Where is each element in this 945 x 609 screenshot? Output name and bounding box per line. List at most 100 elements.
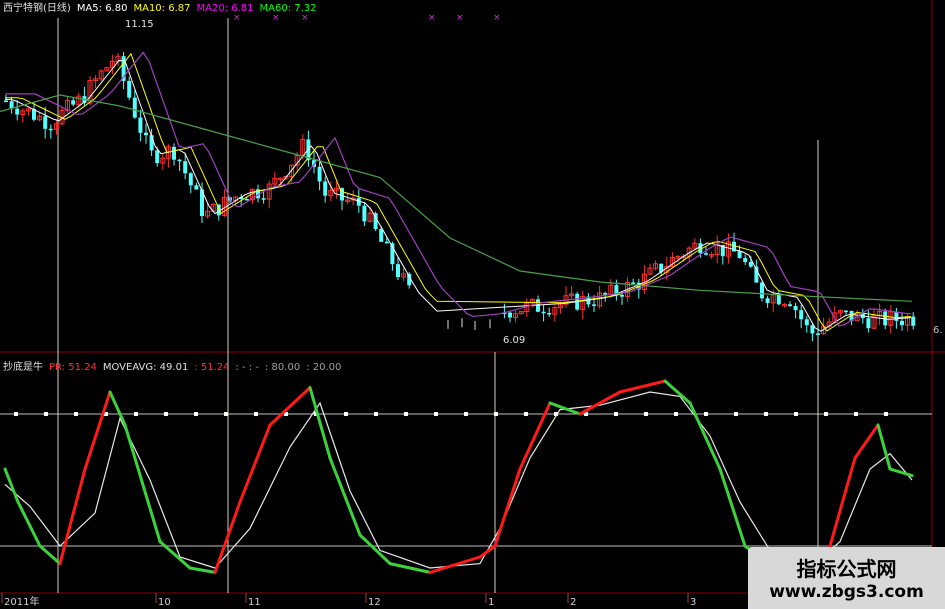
candle-body-down: [765, 298, 770, 303]
pr-segment: [718, 467, 747, 548]
candle-body-down: [71, 100, 76, 105]
candle-body-down: [155, 150, 160, 164]
pr-segment: [388, 562, 432, 574]
ref-dot: [224, 412, 228, 416]
candle-body-down: [804, 319, 809, 326]
dup-legend: : 51.24: [194, 362, 230, 373]
candle-body-down: [541, 311, 546, 314]
dots-legend: : - : -: [235, 362, 260, 373]
candle-body-down: [138, 117, 143, 133]
ref-dot: [434, 412, 438, 416]
candle-body-down: [362, 205, 367, 222]
ref-dot: [854, 412, 858, 416]
candle-body-down: [704, 253, 708, 255]
candle-body-down: [379, 229, 384, 242]
candle-body-down: [816, 333, 820, 335]
high-price-label: 11.15: [125, 19, 154, 30]
candle-body-down: [323, 181, 328, 196]
ref-dot: [794, 412, 798, 416]
pr-segment: [83, 390, 112, 471]
ref-dot: [494, 412, 498, 416]
candle-body-down: [127, 80, 132, 98]
pr-segment: [478, 544, 497, 559]
candle-body-down: [592, 304, 596, 306]
date-tick-label: 2: [570, 597, 576, 608]
ref-dot: [164, 412, 168, 416]
price-panel: × × × × × ×: [0, 13, 916, 342]
signal-marker: ×: [493, 13, 501, 23]
watermark-title: 指标公式网: [796, 557, 897, 581]
ref-dot: [704, 412, 708, 416]
pr-segment: [493, 467, 522, 548]
ref-20-legend: : 20.00: [306, 362, 342, 373]
candle-body-down: [261, 198, 266, 200]
pr-segment: [888, 467, 914, 478]
date-axis: 2011年 10 11 12 1 2 3: [1, 593, 696, 608]
candle-body-down: [384, 241, 389, 244]
pr-segment: [328, 456, 362, 537]
candle-body-down: [737, 251, 742, 259]
candle-body-down: [776, 294, 781, 305]
ma60-line: [0, 94, 913, 302]
candle-body-down: [866, 318, 871, 329]
candle-body-down: [15, 108, 20, 115]
candle-body-down: [547, 312, 552, 315]
ref-80-legend: : 80.00: [265, 362, 301, 373]
candle-body-down: [631, 282, 636, 284]
ref-dot: [74, 412, 78, 416]
pr-segment: [828, 456, 857, 548]
ma60-legend: MA60: 7.32: [259, 3, 317, 14]
ref-dot: [734, 412, 738, 416]
ref-dot: [764, 412, 768, 416]
candle-body-down: [144, 132, 148, 136]
ref-dot: [374, 412, 378, 416]
watermark-url: www.zbgs3.com: [769, 582, 924, 602]
candle-body-down: [508, 312, 512, 318]
pr-segment: [876, 423, 892, 471]
ref-dot: [14, 412, 18, 416]
stock-name: 西宁特钢(日线): [3, 3, 71, 14]
indicator-name: 抄底是牛: [3, 362, 43, 373]
pr-segment: [663, 379, 692, 405]
candle-body-down: [760, 282, 764, 299]
signal-marker: ×: [456, 13, 464, 23]
date-tick-label: 11: [248, 597, 261, 608]
candle-body-down: [743, 258, 748, 262]
candle-body-down: [788, 304, 792, 306]
ref-dot: [134, 412, 138, 416]
pr-segment: [618, 379, 667, 394]
price-legend: 西宁特钢(日线) MA5: 6.80 MA10: 6.87 MA20: 6.81 MA6…: [3, 3, 323, 15]
candle-body-down: [194, 185, 199, 190]
date-tick-label: 1: [488, 597, 494, 608]
candle-body-down: [48, 128, 53, 131]
date-tick-label: 3: [690, 597, 696, 608]
candle-body-down: [620, 294, 624, 297]
candle-body-down: [188, 173, 193, 186]
pr-segment: [238, 423, 272, 504]
ref-dot: [614, 412, 618, 416]
candle-body-down: [132, 97, 137, 118]
pr-segment: [123, 423, 162, 544]
date-tick-label: 10: [158, 597, 171, 608]
ma10-legend: MA10: 6.87: [133, 3, 191, 14]
ma20-legend: MA20: 6.81: [196, 3, 254, 14]
candle-body-down: [900, 320, 904, 326]
candle-body-down: [748, 261, 753, 267]
ref-dot: [404, 412, 408, 416]
candle-body-down: [43, 116, 48, 129]
candle-body-down: [317, 166, 322, 182]
pr-segment: [108, 390, 127, 427]
ma20-line: [5, 51, 912, 327]
signal-marker: ×: [428, 13, 436, 23]
candle-body-down: [183, 161, 188, 174]
pr-segment: [578, 390, 622, 416]
ref-dot: [344, 412, 348, 416]
pr-segment: [268, 386, 312, 427]
watermark-banner: 指标公式网 www.zbgs3.com: [748, 547, 945, 609]
chart-canvas: × × × × × × 2011年 10 11 12 1 2 3: [0, 0, 945, 608]
ma5-line: [5, 59, 912, 332]
ref-dot: [674, 412, 678, 416]
candle-body-down: [911, 316, 916, 326]
pr-segment: [38, 544, 62, 566]
candle-body-down: [172, 146, 176, 160]
